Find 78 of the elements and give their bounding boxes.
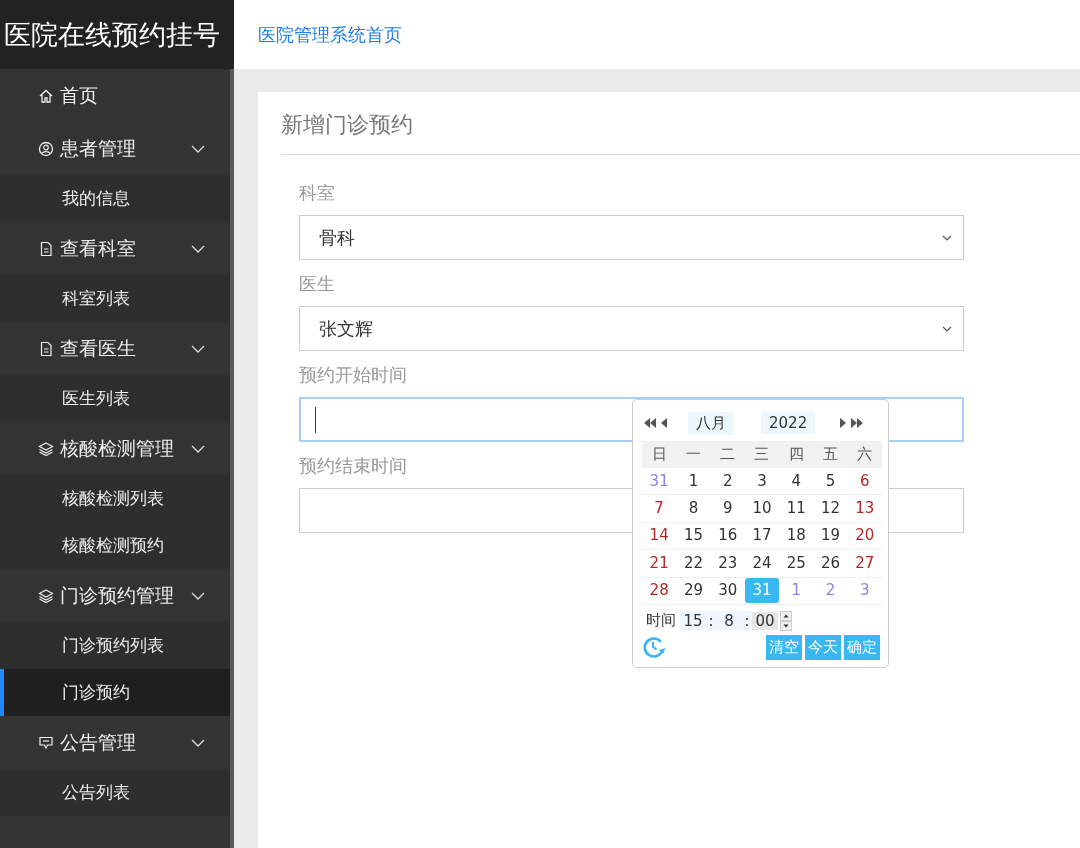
field-label: 科室 [299,181,336,205]
calendar-day[interactable]: 10 [744,496,780,522]
calendar-day[interactable]: 27 [847,550,882,576]
sidebar-item[interactable]: 查看科室 [0,222,230,275]
sidebar-subitem[interactable]: 核酸检测列表 [0,475,230,522]
right-arrow-icon [840,418,847,428]
clock-refresh-icon [642,635,666,660]
calendar-day[interactable]: 15 [676,523,711,549]
calendar-day[interactable]: 28 [642,578,677,604]
calendar-day[interactable]: 2 [710,468,745,494]
spinner-arrows-icon [780,610,792,631]
calendar-day[interactable]: 16 [710,523,745,549]
sidebar-item[interactable]: 首页 [0,69,230,122]
field-label: 预约开始时间 [299,363,408,387]
calendar-day[interactable]: 20 [847,523,882,549]
calendar-day[interactable]: 26 [813,550,848,576]
calendar-day[interactable]: 11 [779,496,814,522]
document-icon [38,340,54,357]
time-label: 时间 [646,611,676,631]
weekday-label: 日 [650,445,668,464]
sidebar-subitem[interactable]: 门诊预约 [0,669,230,716]
text-cursor [315,406,316,433]
calendar-day[interactable]: 14 [642,523,677,549]
double-right-arrow-icon [851,418,864,428]
sidebar-item[interactable]: 核酸检测管理 [0,422,230,475]
calendar-day[interactable]: 13 [847,496,882,522]
calendar-day[interactable]: 12 [813,496,848,522]
calendar-day[interactable]: 22 [676,550,711,576]
year-selector[interactable]: 2022 [761,412,816,434]
calendar-day[interactable]: 29 [676,578,711,604]
sidebar-item[interactable]: 查看医生 [0,322,230,375]
sidebar-item[interactable]: 公告管理 [0,716,230,769]
weekday-label: 三 [753,445,771,464]
calendar-day[interactable]: 7 [642,496,677,522]
sidebar-subitem[interactable]: 科室列表 [0,275,230,322]
sidebar-item[interactable]: 门诊预约管理 [0,569,230,622]
card-title: 新增门诊预约 [281,110,1080,155]
sidebar-subitem[interactable]: 门诊预约列表 [0,622,230,669]
weekday-label: 五 [822,445,840,464]
user-circle-icon [38,140,54,157]
month-selector[interactable]: 八月 [688,411,734,435]
calendar-day[interactable]: 9 [710,496,745,522]
double-left-arrow-icon [644,418,656,428]
home-icon [38,87,54,104]
calendar-day[interactable]: 17 [744,523,780,549]
document-icon [38,240,54,257]
calendar-day[interactable]: 4 [779,468,814,494]
home-link[interactable]: 医院管理系统首页 [258,22,402,47]
field-label: 医生 [299,272,336,296]
weekday-label: 四 [787,445,805,464]
calendar-day[interactable]: 25 [779,550,814,576]
sidebar-subitem[interactable]: 核酸检测预约 [0,522,230,569]
calendar-day[interactable]: 3 [744,468,780,494]
calendar-day[interactable]: 8 [676,496,711,522]
calendar-day[interactable]: 1 [676,468,711,494]
weekday-label: 六 [856,445,874,464]
time-field[interactable]: 15 : 8 : 00 [680,611,778,631]
calendar-day[interactable]: 24 [744,550,780,576]
calendar-day[interactable]: 18 [779,523,814,549]
calendar-day[interactable]: 21 [642,550,677,576]
layers-icon [38,587,54,604]
sidebar-subitem[interactable]: 公告列表 [0,769,230,816]
calendar-day[interactable]: 6 [847,468,882,494]
sidebar-subitem[interactable]: 医生列表 [0,375,230,422]
calendar-day[interactable]: 5 [813,468,848,494]
chat-icon [38,734,54,751]
weekday-label: 一 [684,445,702,464]
calendar-day[interactable]: 30 [710,578,745,604]
logo-title: 医院在线预约挂号 [0,0,234,69]
calendar-day[interactable]: 19 [813,523,848,549]
select-field[interactable]: 骨科 [299,215,964,260]
sidebar-subitem[interactable]: 我的信息 [0,175,230,222]
layers-icon [38,440,54,457]
select-field[interactable]: 张文辉 [299,306,964,351]
sidebar-item[interactable]: 患者管理 [0,122,230,175]
weekday-label: 二 [719,445,737,464]
left-arrow-icon [661,418,667,428]
calendar-day[interactable]: 23 [710,550,745,576]
